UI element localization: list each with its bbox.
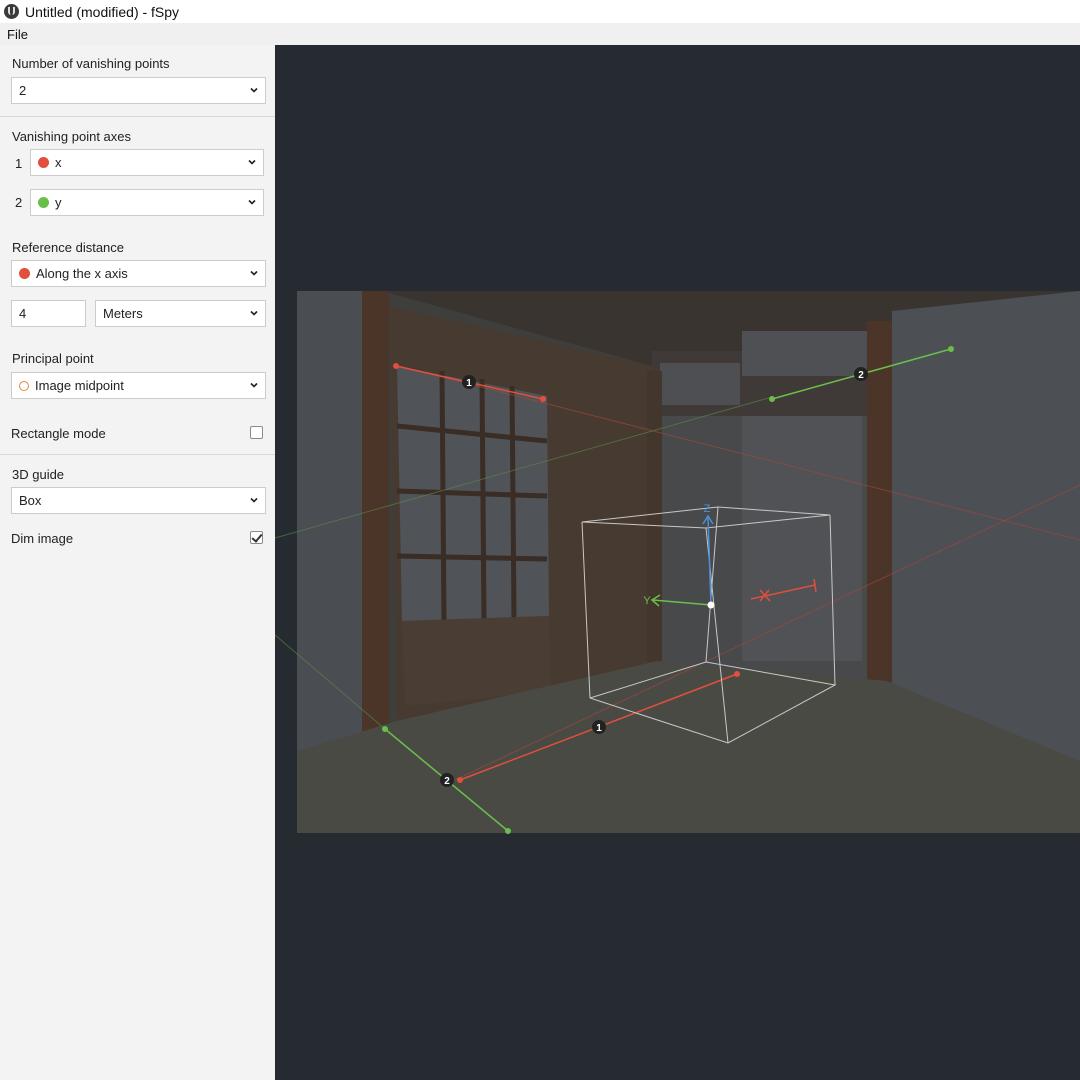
control-point-handle[interactable] [457,777,463,783]
3d-guide-value: Box [19,493,42,508]
vp1-extension-line [394,364,1080,541]
chevron-down-icon [250,87,258,93]
vp1-axis-value: x [55,155,62,170]
y-axis-color-dot [38,197,49,208]
svg-text:2: 2 [444,776,450,787]
x-reference-end-tick [813,578,817,593]
z-axis-label: Z [704,503,711,515]
vp2-axis-select[interactable]: y [30,189,264,216]
reference-distance-label: Reference distance [12,240,125,255]
vp-axes-label: Vanishing point axes [12,129,132,144]
vp-count-value: 2 [19,83,27,98]
svg-text:1: 1 [466,378,472,389]
chevron-down-icon [250,382,258,388]
svg-text:1: 1 [596,723,602,734]
control-point-handle[interactable] [540,396,546,402]
vp-count-select[interactable]: 2 [11,77,266,104]
origin-point-handle[interactable] [707,601,715,609]
3d-guide-select[interactable]: Box [11,487,266,514]
image-viewport[interactable]: 1 1 2 2 Z Y [275,45,1080,1080]
chevron-down-icon [250,270,258,276]
principal-point-select[interactable]: Image midpoint [11,372,266,399]
reference-distance-value: 4 [19,306,27,321]
menu-bar: File [0,23,1080,45]
reference-axis-value: Along the x axis [36,266,128,281]
chevron-down-icon [250,310,258,316]
title-bar: Untitled (modified) - fSpy [0,0,1080,23]
y-axis-line [652,599,712,606]
svg-text:2: 2 [858,370,864,381]
settings-sidebar: Number of vanishing points 2 Vanishing p… [0,45,275,1080]
menu-file[interactable]: File [0,27,35,42]
reference-distance-input[interactable]: 4 [11,300,86,327]
vp2-line-b-badge: 2 [440,773,454,787]
rectangle-mode-checkbox[interactable] [250,426,263,439]
control-point-handle[interactable] [505,828,511,834]
x-axis-color-dot [19,268,30,279]
rectangle-mode-label: Rectangle mode [11,426,106,441]
reference-axis-select[interactable]: Along the x axis [11,260,266,287]
vp1-line-b-badge: 1 [592,720,606,734]
vp2-line-a-badge: 2 [854,367,868,381]
vp-count-label: Number of vanishing points [12,56,170,71]
control-point-handle[interactable] [948,346,954,352]
reference-unit-value: Meters [103,306,143,321]
vp2-extension-line [275,396,773,539]
vp1-extension-line [454,484,1080,781]
divider [0,454,275,455]
vp2-axis-value: y [55,195,62,210]
vp1-line-a-badge: 1 [462,375,476,389]
chevron-down-icon [248,199,256,205]
z-axis-line [707,516,712,606]
fspy-app-icon [4,4,19,19]
dim-image-checkbox[interactable] [250,531,263,544]
vp2-extension-line [275,634,386,730]
reference-unit-select[interactable]: Meters [95,300,266,327]
control-point-handle[interactable] [734,671,740,677]
x-axis-color-dot [38,157,49,168]
principal-point-value: Image midpoint [35,378,124,393]
chevron-down-icon [248,159,256,165]
principal-point-ring-icon [19,380,29,391]
principal-point-label: Principal point [12,351,94,366]
x-reference-distance-line [750,584,816,600]
3d-guide-label: 3D guide [12,467,65,482]
window-title: Untitled (modified) - fSpy [25,3,180,20]
vp1-index-label: 1 [15,156,23,171]
vp1-axis-select[interactable]: x [30,149,264,176]
dim-image-label: Dim image [11,531,74,546]
control-point-handle[interactable] [769,396,775,402]
control-point-handle[interactable] [382,726,388,732]
control-point-handle[interactable] [393,363,399,369]
chevron-down-icon [250,497,258,503]
divider [0,116,275,117]
control-overlay: 1 1 2 2 Z Y [275,346,1080,834]
vp2-index-label: 2 [15,195,23,210]
y-axis-label: Y [643,595,651,607]
